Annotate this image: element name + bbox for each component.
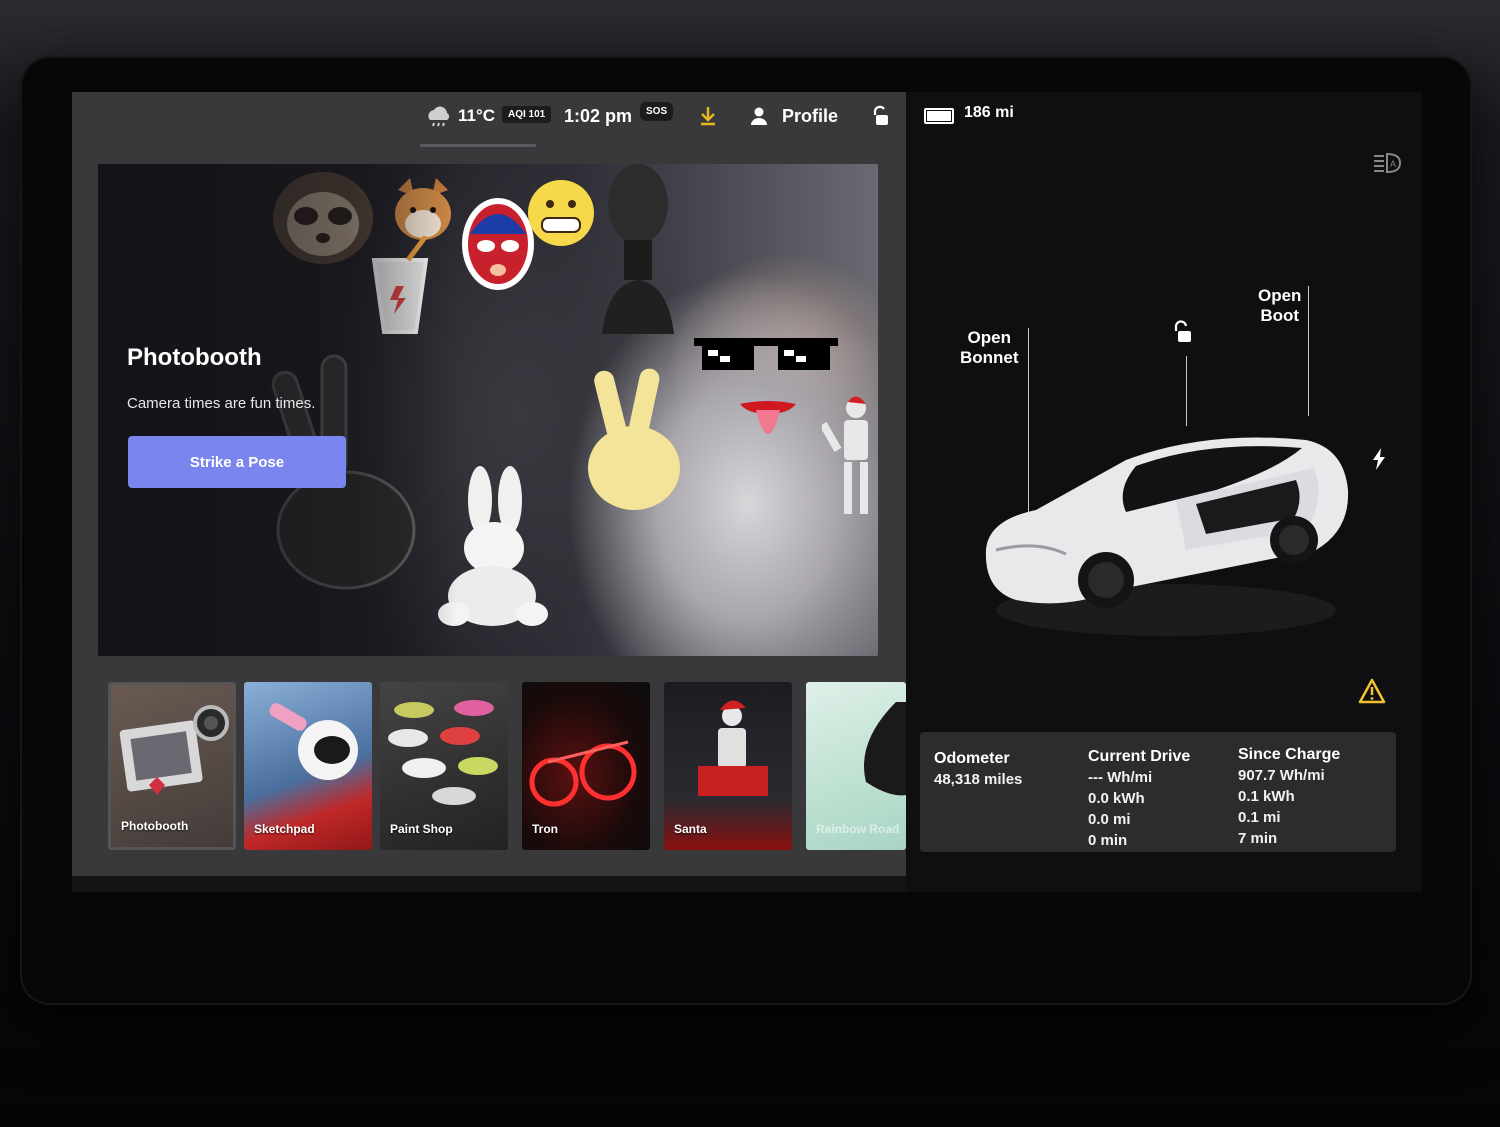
grimace-emoji-sticker	[528, 180, 594, 246]
outside-temperature: 11°C	[458, 106, 496, 125]
tile-paint-shop[interactable]: Paint Shop	[380, 682, 508, 850]
photobooth-hero: Photobooth Camera times are fun times. S…	[98, 164, 878, 656]
trip-stats-card[interactable]: Odometer 48,318 miles Current Drive --- …	[920, 732, 1396, 852]
tile-label: Rainbow Road	[816, 822, 900, 836]
tile-label: Paint Shop	[390, 822, 453, 836]
battery-icon	[924, 108, 954, 124]
current-drive-energy: 0.0 kWh	[1088, 790, 1145, 807]
robot-sticker	[822, 396, 868, 514]
since-charge-duration: 7 min	[1238, 830, 1278, 847]
tile-label: Sketchpad	[254, 822, 315, 836]
open-boot-button[interactable]: Open Boot	[1258, 286, 1301, 326]
sketchpad-tile-icon	[269, 703, 358, 780]
photobooth-tile-icon	[119, 705, 229, 795]
current-drive-stat: Current Drive --- Wh/mi 0.0 kWh 0.0 mi 0…	[1088, 746, 1190, 851]
sos-button[interactable]: SOS	[640, 102, 674, 121]
tile-photobooth[interactable]: Photobooth	[108, 682, 236, 850]
battery-range[interactable]: 186 mi	[964, 104, 1014, 122]
app-panel: 11°C AQI 101 1:02 pm SOS Profile Photobo…	[72, 92, 906, 876]
dock-bar: ‹ › ‹ 18.0 ›	[72, 876, 1422, 892]
strike-a-pose-button[interactable]: Strike a Pose	[128, 436, 346, 488]
hero-subtitle: Camera times are fun times.	[127, 395, 316, 412]
odometer-value: 48,318 miles	[934, 771, 1023, 788]
since-charge-distance: 0.1 mi	[1238, 809, 1281, 826]
hero-title: Photobooth	[127, 344, 262, 371]
since-charge-efficiency: 907.7 Wh/mi	[1238, 767, 1325, 784]
weather-cloud-icon	[424, 100, 452, 132]
since-charge-title: Since Charge	[1238, 746, 1341, 763]
tile-sketchpad[interactable]: Sketchpad	[244, 682, 372, 850]
since-charge-energy: 0.1 kWh	[1238, 788, 1295, 805]
current-drive-distance: 0.0 mi	[1088, 811, 1131, 828]
peace-hand-sticker	[588, 368, 680, 510]
car-model	[985, 437, 1349, 636]
open-boot-line1: Open	[1258, 286, 1302, 305]
tile-tron[interactable]: Tron	[522, 682, 650, 850]
person-icon	[751, 107, 767, 125]
since-charge-stat: Since Charge 907.7 Wh/mi 0.1 kWh 0.1 mi …	[1238, 744, 1340, 849]
open-bonnet-line2: Bonnet	[960, 348, 1019, 367]
odometer-stat: Odometer 48,318 miles	[934, 748, 1022, 790]
current-drive-efficiency: --- Wh/mi	[1088, 769, 1153, 786]
current-drive-duration: 0 min	[1088, 832, 1128, 849]
profile-button[interactable]: Profile	[750, 100, 838, 132]
auto-headlights-icon[interactable]: A	[1372, 152, 1402, 174]
status-bar: 11°C AQI 101 1:02 pm SOS Profile	[72, 92, 906, 142]
santa-tile-icon	[698, 700, 768, 796]
tile-label: Santa	[674, 822, 707, 836]
svg-text:A: A	[1390, 159, 1396, 169]
aqi-badge[interactable]: AQI 101	[502, 106, 552, 123]
paint-shop-tile-icon	[388, 700, 498, 805]
toybox-tiles: Photobooth Sketchpad Paint Shop Tron San…	[108, 682, 908, 854]
lock-icon[interactable]	[870, 100, 890, 132]
climate-temp-whole: 18	[1128, 890, 1164, 892]
rainbow-road-tile-icon	[864, 702, 906, 796]
pixel-sunglasses-sticker	[694, 338, 838, 370]
profile-label: Profile	[782, 105, 839, 126]
warning-icon[interactable]	[1358, 678, 1386, 704]
tile-label: Photobooth	[121, 819, 189, 833]
clock: 1:02 pm	[564, 105, 633, 126]
mannequin-sticker	[602, 164, 674, 334]
tile-rainbow-road[interactable]: Rainbow Road	[806, 682, 906, 850]
odometer-title: Odometer	[934, 750, 1010, 767]
boot-leader-line	[1308, 286, 1309, 416]
tile-santa[interactable]: Santa	[664, 682, 792, 850]
current-drive-title: Current Drive	[1088, 748, 1191, 765]
status-bar-handle[interactable]	[420, 144, 536, 147]
charge-port-icon[interactable]	[1372, 448, 1386, 470]
vehicle-panel: 186 mi A Open Bonnet Open Boot Odometer …	[906, 92, 1422, 892]
open-bonnet-line1: Open	[967, 328, 1011, 347]
open-boot-line2: Boot	[1260, 306, 1300, 325]
open-bonnet-button[interactable]: Open Bonnet	[960, 328, 1019, 368]
tron-tile-icon	[529, 740, 637, 807]
tile-label: Tron	[532, 822, 558, 836]
download-icon[interactable]	[698, 100, 718, 132]
tongue-sticker	[740, 401, 796, 434]
climate-temperature[interactable]: 18.0	[1128, 890, 1182, 892]
unlock-icon[interactable]	[1172, 320, 1194, 344]
touchscreen: 11°C AQI 101 1:02 pm SOS Profile Photobo…	[72, 92, 1422, 892]
